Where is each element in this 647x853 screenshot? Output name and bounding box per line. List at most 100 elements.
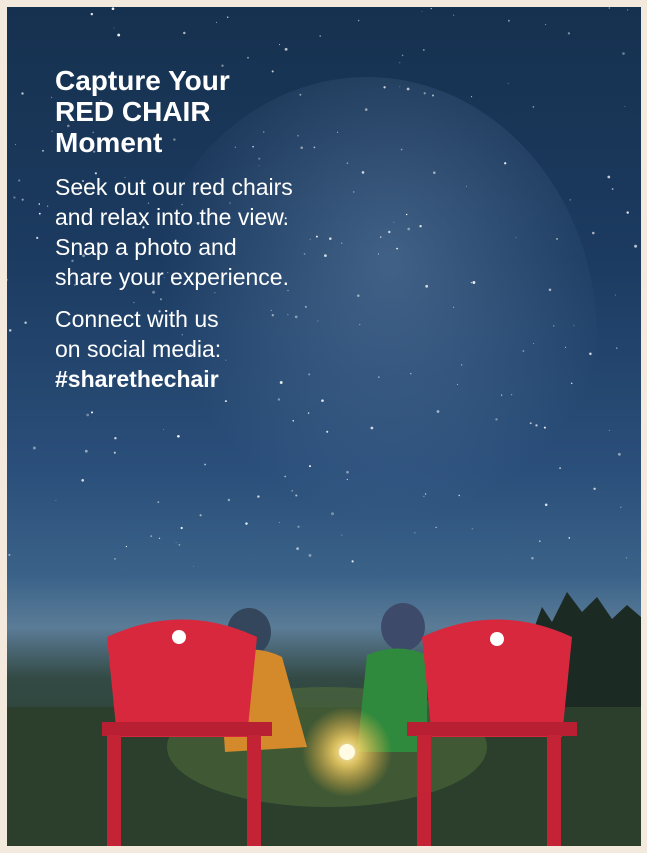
star <box>622 52 625 55</box>
star <box>257 495 260 498</box>
star <box>379 236 382 238</box>
star <box>114 558 116 560</box>
star <box>559 467 561 469</box>
star <box>620 506 622 508</box>
star <box>393 221 395 223</box>
star <box>405 213 408 216</box>
star <box>150 535 152 537</box>
star <box>634 244 638 248</box>
star <box>424 493 427 495</box>
star <box>401 54 404 57</box>
star <box>617 452 621 456</box>
star <box>457 383 458 385</box>
star <box>245 522 248 525</box>
star <box>158 537 161 539</box>
star <box>18 179 21 182</box>
star <box>533 342 535 344</box>
star <box>529 422 532 425</box>
body-line-2: and relax into the view. <box>55 204 289 230</box>
headline: Capture Your RED CHAIR Moment <box>55 65 375 158</box>
star <box>471 96 473 98</box>
star <box>611 188 614 190</box>
star <box>423 92 426 95</box>
star <box>55 499 57 501</box>
star <box>295 494 298 497</box>
star <box>545 23 547 25</box>
star <box>567 32 571 35</box>
star <box>157 501 160 504</box>
star <box>284 475 287 478</box>
star <box>421 10 423 12</box>
star <box>38 212 41 215</box>
star <box>177 434 180 438</box>
star <box>180 526 183 530</box>
star <box>51 96 53 98</box>
star <box>500 394 503 396</box>
star <box>538 540 541 543</box>
star <box>341 534 343 536</box>
star <box>532 106 535 108</box>
star <box>199 514 202 517</box>
headline-line-3: Moment <box>55 127 163 158</box>
star <box>564 346 567 348</box>
star <box>36 236 39 240</box>
star <box>471 528 473 530</box>
star <box>175 542 177 544</box>
star <box>24 321 27 324</box>
star <box>453 14 455 16</box>
headline-line-2: RED CHAIR <box>55 96 211 127</box>
star <box>90 12 94 16</box>
social-callout: Connect with us on social media: #sharet… <box>55 304 375 394</box>
star <box>81 479 84 482</box>
star <box>422 48 425 51</box>
star <box>568 537 571 539</box>
star <box>627 9 629 11</box>
star <box>522 350 525 352</box>
star <box>216 21 218 23</box>
star <box>178 544 181 546</box>
star <box>227 16 229 18</box>
star <box>111 7 115 11</box>
social-line-1: Connect with us <box>55 306 219 332</box>
star <box>504 162 507 165</box>
star <box>414 532 416 534</box>
star <box>400 148 403 151</box>
star <box>204 463 207 466</box>
star <box>507 82 509 85</box>
star <box>615 347 618 349</box>
star <box>46 205 49 207</box>
star <box>86 413 90 417</box>
star <box>396 247 399 250</box>
star <box>552 325 555 327</box>
star <box>399 86 401 88</box>
star <box>297 525 300 528</box>
star <box>277 398 281 401</box>
star <box>410 373 412 375</box>
star <box>511 394 513 396</box>
star <box>515 237 517 239</box>
star <box>495 418 498 421</box>
star <box>626 211 629 214</box>
lantern <box>339 744 355 760</box>
star <box>247 56 249 59</box>
star <box>377 253 379 255</box>
star <box>346 478 348 481</box>
promo-text: Capture Your RED CHAIR Moment Seek out o… <box>55 65 375 394</box>
star <box>42 149 44 152</box>
star <box>296 547 299 550</box>
star <box>608 429 610 431</box>
star <box>607 175 611 179</box>
star <box>279 44 281 46</box>
star <box>425 284 429 288</box>
star <box>407 227 411 231</box>
star <box>8 553 11 556</box>
star <box>278 522 280 524</box>
star <box>291 489 294 492</box>
star <box>435 526 437 529</box>
star <box>351 560 354 563</box>
star <box>460 364 463 366</box>
star <box>535 424 538 427</box>
star <box>13 196 16 199</box>
star <box>548 288 552 292</box>
body-line-1: Seek out our red chairs <box>55 174 293 200</box>
